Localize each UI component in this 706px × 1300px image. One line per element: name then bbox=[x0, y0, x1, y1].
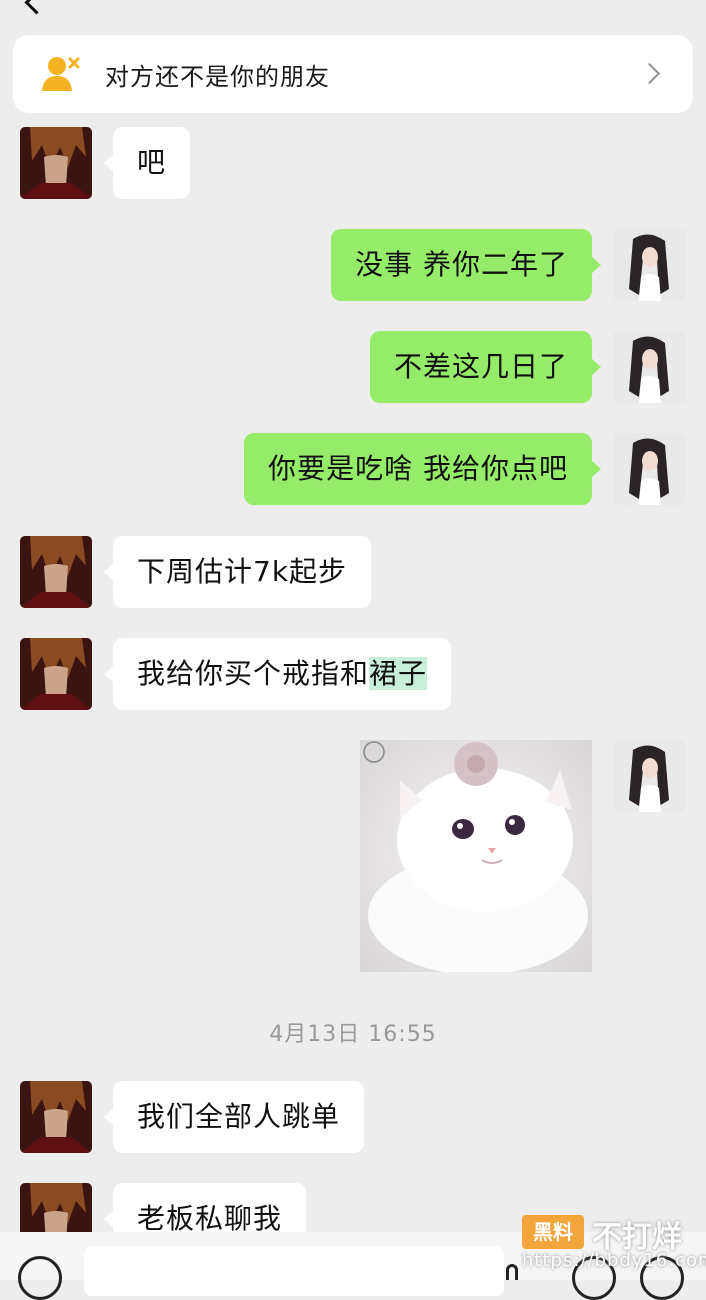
back-arrow-icon[interactable] bbox=[24, 0, 49, 15]
my-avatar[interactable] bbox=[613, 229, 685, 301]
message-bubble-received[interactable]: 我给你买个戒指和裙子 bbox=[103, 638, 452, 710]
message-bubble-received[interactable]: 吧 bbox=[103, 127, 191, 199]
message-bubble-sent[interactable]: 你要是吃啥 我给你点吧 bbox=[244, 433, 601, 505]
top-bar bbox=[0, 0, 706, 30]
contact-avatar[interactable] bbox=[20, 127, 92, 199]
message-bubble-received[interactable]: 下周估计7k起步 bbox=[103, 536, 372, 608]
highlighted-text[interactable]: 裙子 bbox=[369, 657, 428, 690]
contact-avatar[interactable] bbox=[20, 638, 92, 710]
add-contact-icon bbox=[41, 55, 83, 93]
watermark-logo: 黑料 bbox=[522, 1215, 584, 1249]
message-bubble-sent[interactable]: 没事 养你二年了 bbox=[331, 229, 601, 301]
message-bubble-sent[interactable]: 不差这几日了 bbox=[369, 331, 602, 403]
voice-input-icon[interactable] bbox=[18, 1256, 62, 1300]
not-friend-banner[interactable]: 对方还不是你的朋友 bbox=[13, 35, 693, 113]
message-bubble-received[interactable]: 我们全部人跳单 bbox=[103, 1081, 365, 1153]
message-text: 我给你买个戒指和 bbox=[137, 657, 370, 690]
watermark: 黑料 不打烊 https://bbdy16.com bbox=[522, 1212, 706, 1276]
image-message-kitten[interactable] bbox=[360, 740, 592, 972]
message-input[interactable] bbox=[84, 1246, 504, 1296]
contact-avatar[interactable] bbox=[20, 1081, 92, 1153]
watermark-url: https://bbdy16.com bbox=[522, 1250, 706, 1271]
banner-text: 对方还不是你的朋友 bbox=[105, 62, 330, 91]
contact-avatar[interactable] bbox=[20, 536, 92, 608]
mic-icon bbox=[506, 1264, 518, 1280]
my-avatar[interactable] bbox=[613, 433, 685, 505]
chevron-right-icon bbox=[638, 62, 661, 85]
message-timestamp: 4月13日 16:55 bbox=[269, 1022, 437, 1047]
my-avatar[interactable] bbox=[613, 740, 685, 812]
my-avatar[interactable] bbox=[613, 331, 685, 403]
